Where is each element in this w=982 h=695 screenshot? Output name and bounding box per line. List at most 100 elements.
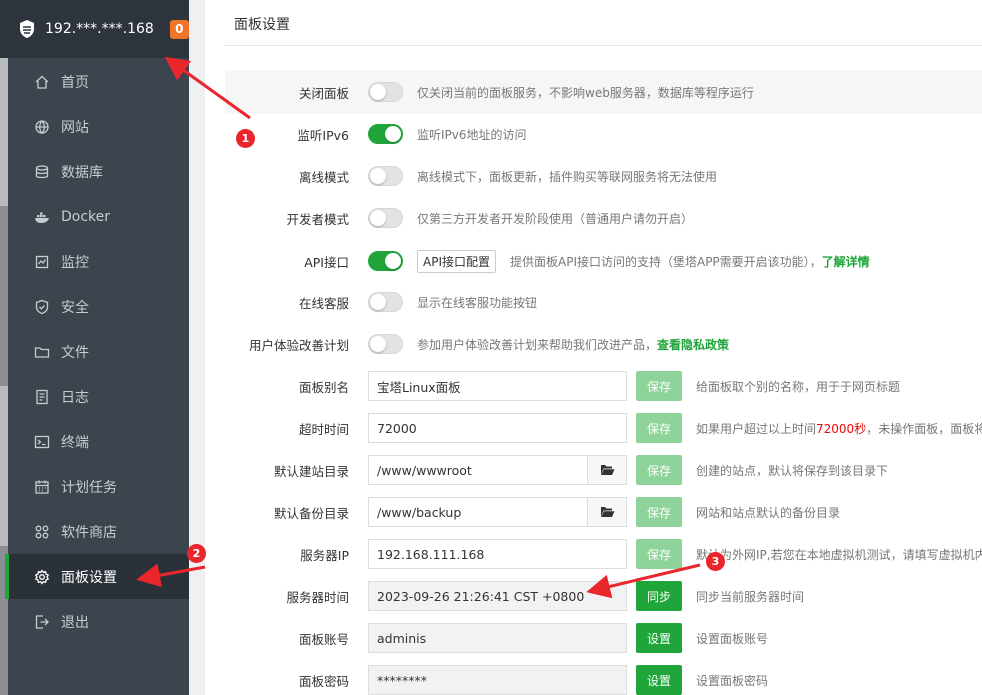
apps-icon: [35, 525, 49, 538]
sidebar-item-files[interactable]: 文件: [0, 329, 189, 374]
sidebar-item-label: Docker: [61, 208, 111, 225]
sidebar-item-label: 终端: [61, 434, 89, 451]
setting-label: 服务器时间: [286, 589, 349, 605]
setting-label: 面板别名: [298, 379, 349, 395]
sidebar-item-cron[interactable]: 计划任务: [0, 464, 189, 509]
sidebar-item-security[interactable]: 安全: [0, 284, 189, 329]
api-details-link[interactable]: 了解详情: [822, 255, 870, 269]
backup-dir-browse-button[interactable]: [588, 497, 627, 527]
database-icon: [35, 164, 49, 178]
sidebar-item-terminal[interactable]: 终端: [0, 419, 189, 464]
logout-icon: [35, 614, 49, 629]
save-alias-button[interactable]: 保存: [636, 371, 682, 401]
server-header[interactable]: 192.***.***.168 0: [0, 0, 189, 58]
server-host: 192.***.***.168: [45, 21, 154, 37]
setting-backup-dir: 默认备份目录 /www/backup 保存 网站和站点默认的备份目录: [225, 491, 982, 533]
sidebar-item-monitor[interactable]: 监控: [0, 239, 189, 284]
api-config-button[interactable]: API接口配置: [417, 249, 496, 273]
save-server-ip-button[interactable]: 保存: [636, 539, 682, 569]
setting-label: 默认备份目录: [273, 505, 349, 521]
monitor-icon: [35, 255, 49, 268]
setting-desc: 参加用户体验改善计划来帮助我们改进产品，查看隐私政策: [417, 337, 730, 352]
set-account-button[interactable]: 设置: [636, 623, 682, 653]
setting-panel-password: 面板密码 ******** 设置 设置面板密码: [225, 659, 982, 695]
panel-alias-input[interactable]: 宝塔Linux面板: [368, 371, 627, 401]
setting-panel-account: 面板账号 adminis 设置 设置面板账号: [225, 617, 982, 659]
online-service-toggle[interactable]: [368, 292, 403, 312]
setting-desc: 创建的站点，默认将保存到该目录下: [696, 463, 889, 478]
setting-desc: 同步当前服务器时间: [696, 589, 805, 604]
sidebar-item-label: 安全: [61, 299, 89, 316]
sidebar-item-label: 计划任务: [61, 479, 117, 496]
layout-gap: [189, 0, 205, 695]
api-toggle[interactable]: [368, 251, 403, 271]
bt-logo-icon: [20, 20, 34, 38]
site-dir-input[interactable]: /www/wwwroot: [368, 455, 588, 485]
setting-desc: 给面板取个别的名称，用于于网页标题: [696, 379, 901, 394]
setting-label: 用户体验改善计划: [248, 337, 349, 353]
open-folder-icon: [600, 465, 614, 475]
terminal-icon: [34, 435, 50, 448]
setting-desc: 显示在线客服功能按钮: [417, 295, 538, 310]
sidebar-item-label: 面板设置: [61, 569, 117, 586]
title-divider: [225, 45, 982, 46]
ipv6-toggle[interactable]: [368, 124, 403, 144]
ux-plan-toggle[interactable]: [368, 334, 403, 354]
setting-panel-alias: 面板别名 宝塔Linux面板 保存 给面板取个别的名称，用于于网页标题: [225, 365, 982, 407]
annotation-marker-2: 2: [187, 544, 206, 563]
server-ip-input[interactable]: 192.168.111.168: [368, 539, 627, 569]
save-site-dir-button[interactable]: 保存: [636, 455, 682, 485]
sidebar-item-logs[interactable]: 日志: [0, 374, 189, 419]
setting-desc: 提供面板API接口访问的支持（堡塔APP需要开启该功能），了解详情: [510, 254, 870, 269]
setting-desc: 设置面板密码: [696, 673, 769, 688]
setting-site-dir: 默认建站目录 /www/wwwroot 保存 创建的站点，默认将保存到该目录下: [225, 449, 982, 491]
globe-icon: [35, 119, 49, 134]
setting-offline-mode: 离线模式 离线模式下，面板更新，插件购买等联网服务将无法使用: [225, 155, 982, 197]
setting-label: 面板账号: [298, 631, 349, 647]
sidebar-item-label: 退出: [61, 614, 89, 631]
calendar-icon: [35, 480, 49, 494]
setting-desc: 网站和站点默认的备份目录: [696, 505, 841, 520]
sidebar-item-logout[interactable]: 退出: [0, 599, 189, 644]
sidebar-item-store[interactable]: 软件商店: [0, 509, 189, 554]
setting-label: 默认建站目录: [273, 463, 349, 479]
setting-desc: 设置面板账号: [696, 631, 769, 646]
sidebar-item-label: 软件商店: [61, 524, 117, 541]
log-icon: [36, 389, 48, 404]
setting-server-time: 服务器时间 2023-09-26 21:26:41 CST +0800 同步 同…: [225, 575, 982, 617]
page-title: 面板设置: [234, 17, 290, 33]
sync-time-button[interactable]: 同步: [636, 581, 682, 611]
sidebar-item-website[interactable]: 网站: [0, 104, 189, 149]
setting-label: 服务器IP: [300, 547, 349, 563]
setting-desc: 仅关闭当前的面板服务，不影响web服务器，数据库等程序运行: [417, 85, 754, 100]
setting-label: 面板密码: [298, 673, 349, 689]
folder-icon: [34, 346, 50, 358]
sidebar-item-panel-settings[interactable]: 面板设置: [5, 554, 189, 599]
shield-icon: [35, 299, 49, 314]
setting-ux-plan: 用户体验改善计划 参加用户体验改善计划来帮助我们改进产品，查看隐私政策: [225, 323, 982, 365]
save-timeout-button[interactable]: 保存: [636, 413, 682, 443]
setting-desc: 默认为外网IP,若您在本地虚拟机测试，请填写虚拟机内: [696, 547, 982, 562]
sidebar: 192.***.***.168 0 首页 网站 数据库 Docker 监控 安全…: [0, 0, 189, 695]
save-backup-dir-button[interactable]: 保存: [636, 497, 682, 527]
setting-label: 离线模式: [298, 169, 349, 185]
sidebar-item-label: 数据库: [61, 164, 103, 181]
setting-server-ip: 服务器IP 192.168.111.168 保存 默认为外网IP,若您在本地虚拟…: [225, 533, 982, 575]
sidebar-item-label: 日志: [61, 389, 89, 406]
timeout-input[interactable]: 72000: [368, 413, 627, 443]
developer-mode-toggle[interactable]: [368, 208, 403, 228]
offline-mode-toggle[interactable]: [368, 166, 403, 186]
site-dir-browse-button[interactable]: [588, 455, 627, 485]
panel-password-field: ********: [368, 665, 627, 695]
sidebar-item-database[interactable]: 数据库: [0, 149, 189, 194]
server-time-field: 2023-09-26 21:26:41 CST +0800: [368, 581, 627, 611]
close-panel-toggle[interactable]: [368, 82, 403, 102]
docker-icon: [35, 212, 49, 223]
privacy-policy-link[interactable]: 查看隐私政策: [657, 338, 729, 352]
sidebar-item-docker[interactable]: Docker: [0, 194, 189, 239]
setting-online-service: 在线客服 显示在线客服功能按钮: [225, 281, 982, 323]
backup-dir-input[interactable]: /www/backup: [368, 497, 588, 527]
sidebar-item-home[interactable]: 首页: [0, 59, 189, 104]
set-password-button[interactable]: 设置: [636, 665, 682, 695]
notification-badge[interactable]: 0: [169, 19, 189, 39]
